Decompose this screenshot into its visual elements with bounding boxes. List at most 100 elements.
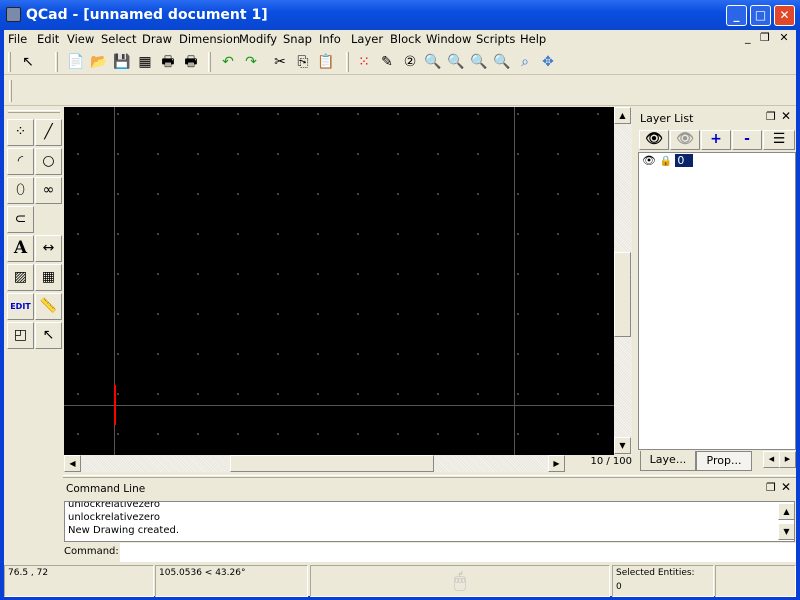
- redo-icon[interactable]: ↷: [241, 52, 261, 72]
- history-line: unlockrelativezero: [68, 501, 160, 510]
- menu-modify[interactable]: Modify: [239, 32, 277, 46]
- grid-border-bottom: [64, 405, 614, 406]
- undo-icon[interactable]: ↶: [218, 52, 238, 72]
- dock-float-icon[interactable]: ❐: [766, 110, 776, 123]
- menu-select[interactable]: Select: [101, 32, 136, 46]
- zoom-previous-icon[interactable]: 🔍: [492, 52, 512, 72]
- tab-scroll-right[interactable]: ▶: [779, 451, 796, 468]
- select-pointer-icon[interactable]: ↖: [18, 52, 38, 72]
- paste-icon[interactable]: 📋: [316, 52, 336, 72]
- layer-list: 👁 🔒 0: [638, 152, 796, 450]
- zoom-window-icon[interactable]: ⌕: [515, 52, 535, 72]
- mdi-controls: _ ❐ ✕: [745, 31, 795, 44]
- layer-lock-icon[interactable]: 🔒: [659, 156, 671, 167]
- drawing-canvas[interactable]: [64, 107, 614, 455]
- add-layer-button[interactable]: +: [701, 130, 731, 150]
- arc-tool[interactable]: ◜: [7, 148, 34, 175]
- mdi-close[interactable]: ✕: [779, 31, 788, 44]
- layer-name[interactable]: 0: [675, 154, 694, 167]
- mdi-restore[interactable]: ❐: [760, 31, 770, 44]
- text-tool[interactable]: A: [7, 235, 34, 262]
- scroll-down-button[interactable]: ▼: [614, 437, 631, 454]
- vertical-scroll-thumb[interactable]: [614, 252, 631, 337]
- menu-block[interactable]: Block: [390, 32, 421, 46]
- layer-row[interactable]: 👁 🔒 0: [642, 154, 702, 168]
- scroll-right-button[interactable]: ▶: [548, 455, 565, 472]
- remove-layer-button[interactable]: -: [732, 130, 762, 150]
- tab-properties[interactable]: Prop...: [696, 451, 752, 471]
- command-label: Command:: [64, 546, 119, 557]
- history-scroll-down[interactable]: ▼: [778, 523, 794, 540]
- new-file-icon[interactable]: 📄: [66, 52, 86, 72]
- print-preview-icon[interactable]: 🖶: [181, 52, 201, 72]
- zoom-in-icon[interactable]: 🔍: [423, 52, 443, 72]
- print-icon[interactable]: 🖶: [158, 52, 178, 72]
- measure-tool[interactable]: 📏: [35, 293, 62, 320]
- zoom-auto-icon[interactable]: 🔍: [469, 52, 489, 72]
- menu-scripts[interactable]: Scripts: [476, 32, 515, 46]
- export-icon[interactable]: ▦: [135, 52, 155, 72]
- menu-help[interactable]: Help: [520, 32, 546, 46]
- menu-layer[interactable]: Layer: [351, 32, 383, 46]
- mdi-minimize[interactable]: _: [745, 31, 751, 44]
- menu-window[interactable]: Window: [426, 32, 471, 46]
- menu-dimension[interactable]: Dimension: [179, 32, 240, 46]
- line-tool[interactable]: ╱: [35, 119, 62, 146]
- hatch-tool[interactable]: ▨: [7, 264, 34, 291]
- tab-layers[interactable]: Laye...: [640, 451, 696, 471]
- zoom-out-icon[interactable]: 🔍: [446, 52, 466, 72]
- copy-icon[interactable]: ⎘: [293, 52, 313, 72]
- command-history: unlockrelativezero unlockrelativezero Ne…: [64, 501, 795, 542]
- scroll-left-button[interactable]: ◀: [64, 455, 81, 472]
- image-tool[interactable]: ▦: [35, 264, 62, 291]
- edit-tool[interactable]: EDIT: [7, 293, 34, 320]
- selected-count: 0: [616, 582, 622, 592]
- history-line: unlockrelativezero: [68, 512, 160, 523]
- command-input[interactable]: [120, 543, 796, 562]
- dock-close-icon[interactable]: ✕: [781, 109, 791, 123]
- close-button[interactable]: ✕: [774, 5, 795, 26]
- dock-close-icon[interactable]: ✕: [781, 480, 791, 494]
- show-all-layers-button[interactable]: 👁: [639, 130, 669, 150]
- points-tool[interactable]: ⁘: [7, 119, 34, 146]
- polyline-tool[interactable]: ⊂: [7, 206, 34, 233]
- hide-all-layers-button[interactable]: 👁: [670, 130, 700, 150]
- selected-label: Selected Entities:: [616, 568, 695, 578]
- minimize-button[interactable]: _: [726, 5, 747, 26]
- ellipse-tool[interactable]: ⬯: [7, 177, 34, 204]
- page-indicator: 10 / 100: [590, 456, 632, 467]
- menu-bar: File Edit View Select Draw Dimension Modify Sna…: [4, 30, 796, 48]
- tab-scroll-left[interactable]: ◀: [763, 451, 780, 468]
- menu-snap[interactable]: Snap: [283, 32, 312, 46]
- zoom-pan-icon[interactable]: ✥: [538, 52, 558, 72]
- absolute-coordinates: 76.5 , 72: [4, 565, 154, 597]
- option-toolbar: [4, 76, 796, 106]
- menu-draw[interactable]: Draw: [142, 32, 172, 46]
- circle-tool[interactable]: ○: [35, 148, 62, 175]
- maximize-button[interactable]: □: [750, 5, 771, 26]
- menu-file[interactable]: File: [8, 32, 27, 46]
- menu-edit[interactable]: Edit: [37, 32, 59, 46]
- save-icon[interactable]: 💾: [112, 52, 132, 72]
- spline-tool[interactable]: ∞: [35, 177, 62, 204]
- select-tool[interactable]: ↖: [35, 322, 62, 349]
- layer-visible-icon[interactable]: 👁: [642, 154, 656, 167]
- origin-axis-marker: [114, 385, 116, 425]
- block-tool[interactable]: ◰: [7, 322, 34, 349]
- vertical-scrollbar[interactable]: ▲ ▼: [614, 107, 632, 455]
- menu-view[interactable]: View: [67, 32, 94, 46]
- menu-info[interactable]: Info: [319, 32, 341, 46]
- grid-icon[interactable]: ⁙: [354, 52, 374, 72]
- dock-float-icon[interactable]: ❐: [766, 481, 776, 494]
- cut-icon[interactable]: ✂: [270, 52, 290, 72]
- history-scroll-up[interactable]: ▲: [778, 503, 794, 520]
- open-file-icon[interactable]: 📂: [89, 52, 109, 72]
- draft-icon[interactable]: ✎: [377, 52, 397, 72]
- horizontal-scrollbar[interactable]: ◀ ▶: [64, 455, 565, 472]
- scroll-up-button[interactable]: ▲: [614, 107, 631, 124]
- dimension-tool[interactable]: ↔: [35, 235, 62, 262]
- layer-list-dock: Layer List ❐ ✕ 👁 🔒 0 Laye... Prop... ◀ ▶: [638, 107, 796, 472]
- edit-layer-button[interactable]: ☰: [763, 130, 795, 150]
- redraw-icon[interactable]: ②: [400, 52, 420, 72]
- horizontal-scroll-thumb[interactable]: [230, 455, 434, 472]
